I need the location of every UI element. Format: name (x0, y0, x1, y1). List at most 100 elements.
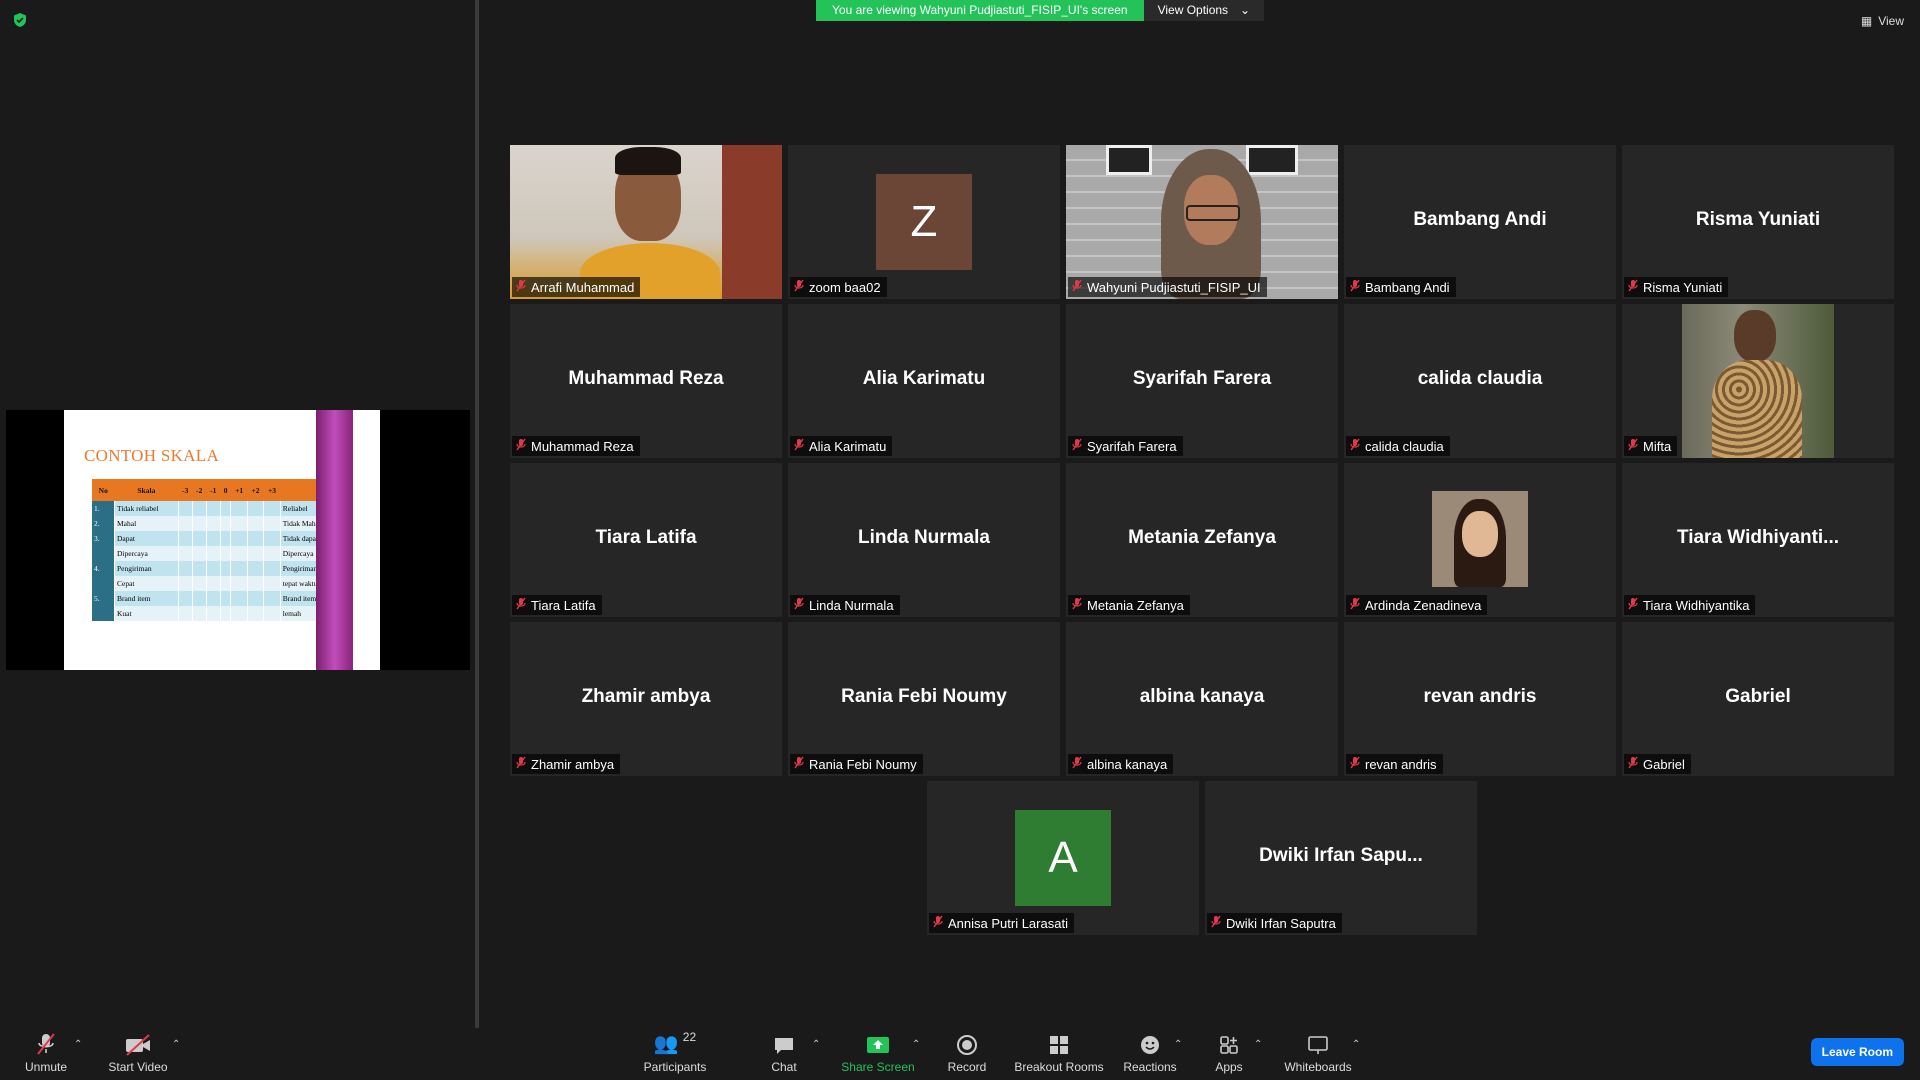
participant-tile[interactable]: Mifta (1622, 304, 1894, 458)
participant-label: Linda Nurmala (790, 595, 900, 615)
chat-options-caret[interactable]: ⌃ (812, 1039, 820, 1050)
participant-label: Arrafi Muhammad (512, 277, 641, 297)
slide-decoration-band (316, 410, 353, 670)
participant-tile[interactable]: Alia Karimatu Alia Karimatu (788, 304, 1060, 458)
participant-tile[interactable]: Tiara Latifa Tiara Latifa (510, 463, 782, 617)
mic-muted-icon (1350, 597, 1360, 613)
view-button[interactable]: ▦ View (1861, 14, 1904, 28)
audio-options-caret[interactable]: ⌃ (74, 1039, 82, 1050)
scale-table-header: No Skala -3 -2 -1 0 +1 +2 +3 (92, 479, 340, 501)
video-options-caret[interactable]: ⌃ (172, 1039, 180, 1050)
reactions-button[interactable]: Reactions (1122, 1030, 1178, 1074)
apps-options-caret[interactable]: ⌃ (1254, 1039, 1262, 1050)
table-cell (206, 516, 221, 531)
participant-tile[interactable]: Wahyuni Pudjiastuti_FISIP_UI (1066, 145, 1338, 299)
shared-screen-thumbnail[interactable]: CONTOH SKALA No Skala -3 -2 -1 0 +1 +2 +… (6, 410, 470, 670)
breakout-rooms-label: Breakout Rooms (1014, 1060, 1104, 1074)
participant-tile[interactable]: albina kanaya albina kanaya (1066, 622, 1338, 776)
header-cell: 0 (220, 479, 231, 501)
chat-button[interactable]: Chat (766, 1030, 802, 1074)
mic-muted-icon (1072, 438, 1082, 454)
reactions-options-caret[interactable]: ⌃ (1174, 1039, 1182, 1050)
share-screen-label: Share Screen (841, 1060, 915, 1074)
participant-tile[interactable]: calida claudia calida claudia (1344, 304, 1616, 458)
share-screen-button[interactable]: Share Screen (838, 1030, 918, 1074)
scale-table-row: 1. Tidak reliabel Reliabel (92, 501, 341, 516)
participant-name-display: Rania Febi Noumy (841, 686, 1007, 707)
participant-label: Alia Karimatu (790, 436, 893, 456)
participant-tile[interactable]: Risma Yuniati Risma Yuniati (1622, 145, 1894, 299)
record-button[interactable]: Record (944, 1030, 990, 1074)
table-cell (92, 546, 115, 561)
scale-table-row: Dipercaya Dipercaya (92, 546, 341, 561)
mic-muted-icon (1072, 756, 1082, 772)
shield-icon (14, 13, 26, 27)
table-cell (92, 576, 115, 591)
mic-muted-icon (1628, 597, 1638, 613)
scale-table: No Skala -3 -2 -1 0 +1 +2 +3 1. Tidak rel… (92, 479, 341, 621)
participant-label-text: calida claudia (1365, 438, 1444, 454)
header-cell: +3 (263, 479, 281, 501)
participant-label: Annisa Putri Larasati (929, 913, 1074, 933)
table-cell: Brand item (114, 591, 179, 606)
record-icon (944, 1030, 990, 1056)
view-options-button[interactable]: View Options ⌄ (1143, 0, 1265, 21)
table-cell (263, 531, 281, 546)
participant-tile[interactable]: Dwiki Irfan Sapu... Dwiki Irfan Saputra (1205, 781, 1477, 935)
table-cell (247, 516, 265, 531)
participant-tile[interactable]: Gabriel Gabriel (1622, 622, 1894, 776)
participant-tile[interactable]: Bambang Andi Bambang Andi (1344, 145, 1616, 299)
participant-tile[interactable]: Zhamir ambya Zhamir ambya (510, 622, 782, 776)
table-cell (263, 591, 281, 606)
participant-tile[interactable]: Zzoom baa02 (788, 145, 1060, 299)
table-cell (247, 546, 265, 561)
participant-label: Ardinda Zenadineva (1346, 595, 1488, 615)
table-cell (263, 516, 281, 531)
unmute-button[interactable]: Unmute (20, 1030, 72, 1074)
participant-tile[interactable]: Linda Nurmala Linda Nurmala (788, 463, 1060, 617)
participant-tile[interactable]: A Annisa Putri Larasati (927, 781, 1199, 935)
participant-tile[interactable]: Ardinda Zenadineva (1344, 463, 1616, 617)
mic-muted-icon (1350, 438, 1360, 454)
participant-label: Mifta (1624, 436, 1678, 456)
table-cell: 4. (92, 561, 115, 576)
participant-tile[interactable]: Arrafi Muhammad (510, 145, 782, 299)
table-cell (192, 561, 207, 576)
participant-tile[interactable]: revan andris revan andris (1344, 622, 1616, 776)
participant-tile[interactable]: Muhammad Reza Muhammad Reza (510, 304, 782, 458)
share-options-caret[interactable]: ⌃ (912, 1039, 920, 1050)
participants-label: Participants (643, 1060, 707, 1074)
participant-label: Muhammad Reza (512, 436, 640, 456)
view-label: View (1878, 14, 1904, 28)
avatar: Z (876, 174, 972, 270)
table-cell (263, 561, 281, 576)
table-cell (230, 531, 248, 546)
participant-label-text: Syarifah Farera (1087, 438, 1177, 454)
participants-button[interactable]: 👥 22 Participants (640, 1030, 710, 1074)
participant-tile[interactable]: Syarifah Farera Syarifah Farera (1066, 304, 1338, 458)
chevron-down-icon: ⌄ (1240, 3, 1251, 17)
scale-table-row: 5. Brand item Brand item (92, 591, 341, 606)
participant-label: revan andris (1346, 754, 1443, 774)
participant-label-text: Rania Febi Noumy (809, 756, 917, 772)
table-cell (206, 501, 221, 516)
mic-muted-icon (1350, 756, 1360, 772)
start-video-button[interactable]: Start Video (108, 1030, 168, 1074)
video-off-icon (108, 1030, 168, 1056)
participant-label-text: Tiara Widhiyantika (1643, 597, 1750, 613)
chat-icon (766, 1030, 802, 1056)
whiteboards-options-caret[interactable]: ⌃ (1352, 1039, 1360, 1050)
participant-tile[interactable]: Rania Febi Noumy Rania Febi Noumy (788, 622, 1060, 776)
table-cell (230, 576, 248, 591)
table-cell (263, 606, 281, 621)
panel-divider[interactable] (475, 0, 479, 1028)
table-cell (206, 576, 221, 591)
leave-room-button[interactable]: Leave Room (1810, 1038, 1904, 1066)
breakout-rooms-button[interactable]: Breakout Rooms (1012, 1030, 1106, 1074)
participant-tile[interactable]: Tiara Widhiyanti... Tiara Widhiyantika (1622, 463, 1894, 617)
participant-tile[interactable]: Metania Zefanya Metania Zefanya (1066, 463, 1338, 617)
apps-button[interactable]: Apps (1212, 1030, 1246, 1074)
reactions-icon (1122, 1030, 1178, 1056)
table-cell (220, 531, 232, 546)
whiteboards-button[interactable]: Whiteboards (1282, 1030, 1354, 1074)
